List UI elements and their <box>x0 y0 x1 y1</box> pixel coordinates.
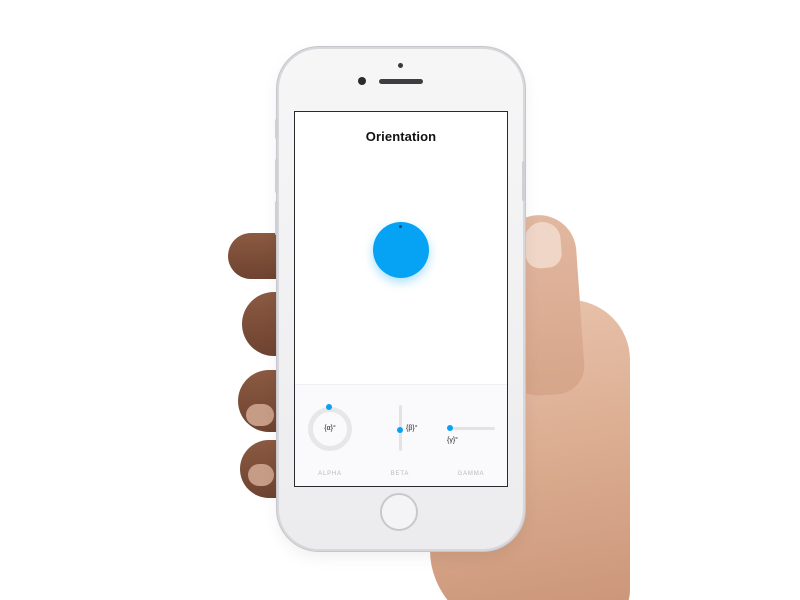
mute-switch <box>275 119 278 139</box>
beta-slider-thumb[interactable] <box>397 427 403 433</box>
earpiece-speaker <box>379 79 423 84</box>
sensor-panel: {α}° ALPHA {β}° BETA {γ}° GAMMA <box>295 384 507 486</box>
thumb-nail <box>523 220 563 270</box>
power-button <box>522 161 525 201</box>
alpha-value: {α}° <box>324 425 336 432</box>
home-button[interactable] <box>380 493 418 531</box>
alpha-label: ALPHA <box>318 471 342 477</box>
scene: Orientation {α}° ALPHA {β}° BETA {γ}° GA… <box>0 0 800 600</box>
alpha-indicator[interactable] <box>326 404 332 410</box>
ball-orientation-marker <box>399 225 402 228</box>
finger-nail <box>248 464 274 486</box>
orientation-ball[interactable] <box>373 222 429 278</box>
gamma-slider-track[interactable] <box>449 427 495 430</box>
proximity-sensor <box>398 63 403 68</box>
volume-up-button <box>275 159 278 193</box>
phone-device: Orientation {α}° ALPHA {β}° BETA {γ}° GA… <box>275 49 525 549</box>
beta-label: BETA <box>390 471 410 477</box>
gamma-label: GAMMA <box>457 471 485 477</box>
beta-value: {β}° <box>406 425 418 432</box>
front-camera <box>358 77 366 85</box>
finger-nail <box>246 404 274 426</box>
page-title: Orientation <box>365 129 437 144</box>
phone-screen: Orientation {α}° ALPHA {β}° BETA {γ}° GA… <box>294 111 508 487</box>
volume-down-button <box>275 201 278 235</box>
gamma-slider-thumb[interactable] <box>447 425 453 431</box>
gamma-value: {γ}° <box>447 437 458 444</box>
